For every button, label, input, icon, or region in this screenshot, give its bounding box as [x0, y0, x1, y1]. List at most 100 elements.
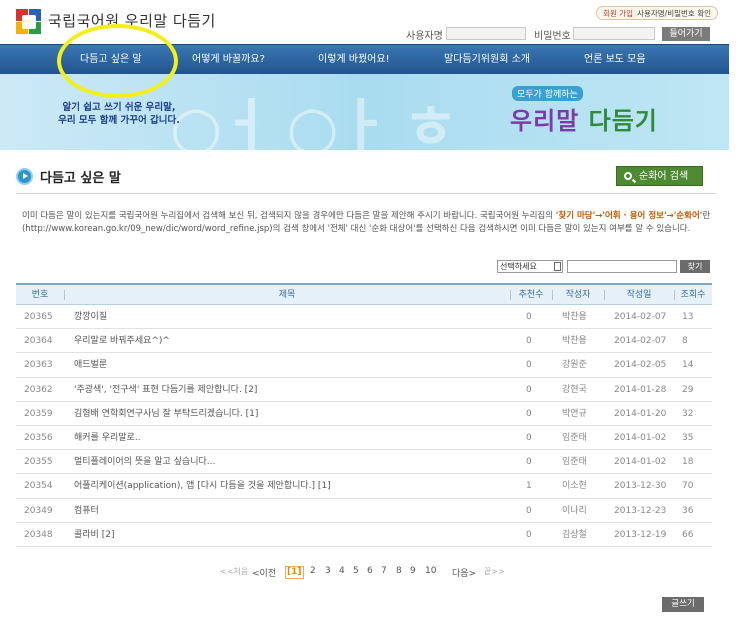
- main-nav: 다듬고 싶은 말 어떻게 바꿀까요? 이렇게 바꿨어요! 말다듬기위원회 소개 …: [0, 44, 729, 74]
- pagination: <<처음 <이전 [1] 2 3 4 5 6 7 8 9 10 다음> 끝>>: [0, 566, 729, 580]
- cell-date: 2013-12-19: [614, 529, 667, 540]
- pager-page[interactable]: 5: [353, 566, 359, 576]
- pure-word-search-label: 순화어 검색: [639, 171, 689, 182]
- banner-decoration: ○ㅓ ○ㅏ ㅎ: [170, 93, 458, 150]
- pager-prev[interactable]: <이전: [252, 566, 276, 579]
- arrow-circle-icon: [16, 168, 33, 185]
- cell-author: 김상철: [562, 529, 587, 540]
- table-row[interactable]: 20349 컴퓨터 0 이나리 2013-12-23 36: [16, 499, 712, 523]
- description-text: 이미 다듬은 말이 있는지를 국립국어원 누리집에서 검색해 보신 뒤, 검색되…: [22, 211, 556, 221]
- username-input[interactable]: [446, 27, 526, 40]
- pager-current[interactable]: [1]: [285, 566, 304, 579]
- post-title-link[interactable]: 김형배 연학회연구사님 잘 부탁드리겠습니다. [1]: [74, 402, 258, 426]
- cell-views: 32: [682, 408, 694, 419]
- pager-next[interactable]: 다음>: [452, 566, 476, 579]
- pager-page[interactable]: 8: [396, 566, 402, 576]
- cell-date: 2014-01-02: [614, 432, 667, 443]
- post-title-link[interactable]: 깡깡이질: [74, 305, 107, 329]
- cell-date: 2014-01-02: [614, 457, 667, 468]
- post-title-link[interactable]: 컴퓨터: [74, 499, 99, 523]
- cell-no: 20359: [24, 408, 53, 419]
- post-title-link[interactable]: 우리말로 바꿔주세요^)^: [74, 329, 170, 353]
- nav-item-suggest[interactable]: 다듬고 싶은 말: [80, 45, 142, 75]
- password-label: 비밀번호: [534, 31, 571, 42]
- banner-subtitle: 알기 쉽고 쓰기 쉬운 우리말, 우리 모두 함께 가꾸어 갑니다.: [56, 101, 182, 127]
- cell-author: 이소현: [562, 481, 587, 492]
- nav-item-committee[interactable]: 말다듬기위원회 소개: [444, 45, 530, 75]
- post-title-link[interactable]: 어플리케이션(application), 앱 [다시 다듬을 것을 제안합니다.…: [74, 474, 331, 498]
- cell-no: 20355: [24, 457, 53, 468]
- cell-rec: 0: [526, 312, 532, 322]
- cell-rec: 0: [526, 336, 532, 347]
- pager-page[interactable]: 4: [339, 566, 345, 576]
- pager-page[interactable]: 2: [310, 566, 316, 576]
- cell-rec: 1: [526, 481, 532, 492]
- pager-last[interactable]: 끝>>: [484, 566, 505, 577]
- password-input[interactable]: [573, 27, 655, 40]
- cell-views: 8: [682, 336, 688, 347]
- table-row[interactable]: 20365 깡깡이질 0 박찬용 2014-02-07 13: [16, 305, 712, 330]
- cell-rec: 0: [526, 505, 532, 516]
- pager-page[interactable]: 3: [325, 566, 331, 576]
- post-title-link[interactable]: 애드벌룬: [74, 353, 107, 377]
- table-row[interactable]: 20359 김형배 연학회연구사님 잘 부탁드리겠습니다. [1] 0 박연규 2014…: [16, 402, 712, 426]
- page-title: 다듬고 싶은 말: [40, 171, 121, 186]
- table-row[interactable]: 20363 애드벌룬 0 강원준 2014-02-05 14: [16, 353, 712, 378]
- nav-item-press[interactable]: 언론 보도 모음: [584, 45, 646, 75]
- divider: [16, 193, 716, 194]
- search-icon: [624, 172, 632, 180]
- table-row[interactable]: 20355 멀티플레이어의 뜻을 알고 싶습니다... 0 임준태 2014-01-02…: [16, 450, 712, 475]
- search-field-select[interactable]: 선택하세요: [497, 260, 563, 273]
- cell-date: 2014-02-05: [614, 360, 667, 371]
- pager-page[interactable]: 10: [425, 566, 436, 576]
- cell-date: 2014-01-28: [614, 384, 667, 395]
- nav-item-how-to-change[interactable]: 어떻게 바꿀까요?: [192, 45, 265, 75]
- search-keyword-input[interactable]: [567, 260, 677, 273]
- column-header: 제목: [278, 290, 296, 300]
- banner-subtitle-line: 알기 쉽고 쓰기 쉬운 우리말,: [62, 102, 176, 113]
- cell-views: 18: [682, 457, 694, 468]
- banner-subtitle-line: 우리 모두 함께 가꾸어 갑니다.: [58, 115, 180, 126]
- cell-views: 70: [682, 481, 694, 492]
- post-title-link[interactable]: 해커를 우리말로..: [74, 426, 141, 450]
- cell-views: 66: [682, 529, 694, 540]
- cell-rec: 0: [526, 432, 532, 443]
- pager-page[interactable]: 9: [410, 566, 416, 576]
- pager-page[interactable]: 7: [381, 566, 387, 576]
- banner-tag: 모두가 함께하는: [512, 86, 583, 101]
- cell-rec: 0: [526, 457, 532, 468]
- table-row[interactable]: 20364 우리말로 바꿔주세요^)^ 0 박찬용 2014-02-07 8: [16, 329, 712, 354]
- cell-rec: 0: [526, 529, 532, 540]
- pager-page[interactable]: 6: [367, 566, 373, 576]
- banner-brand-part: 우리말: [510, 107, 580, 135]
- post-title-link[interactable]: 콜라비 [2]: [74, 523, 114, 547]
- cell-author: 임준태: [562, 432, 587, 443]
- post-title-link[interactable]: '주광색', '전구색' 표현 다듬기를 제안합니다. [2]: [74, 378, 257, 402]
- pure-word-search-button[interactable]: 순화어 검색: [616, 166, 703, 186]
- banner-brand-part: 다듬기: [588, 107, 658, 135]
- cell-author: 박찬용: [562, 336, 587, 347]
- description-link[interactable]: '찾기 마당'→'어휘 · 용어 정보'→'순화어': [556, 211, 703, 221]
- column-header: 작성자: [565, 290, 591, 300]
- cell-rec: 0: [526, 384, 532, 395]
- username-label: 사용자명: [406, 31, 443, 42]
- table-row[interactable]: 20354 어플리케이션(application), 앱 [다시 다듬을 것을 제…: [16, 474, 712, 499]
- cell-views: 36: [682, 505, 694, 516]
- cell-rec: 0: [526, 360, 532, 371]
- post-title-link[interactable]: 멀티플레이어의 뜻을 알고 싶습니다...: [74, 450, 215, 474]
- login-button[interactable]: 들어가기: [662, 27, 710, 41]
- nav-item-changed[interactable]: 이렇게 바꿨어요!: [318, 45, 390, 75]
- join-link[interactable]: 회원 가입: [603, 8, 633, 19]
- find-button[interactable]: 찾기: [680, 260, 710, 273]
- cell-date: 2013-12-30: [614, 481, 667, 492]
- table-row[interactable]: 20356 해커를 우리말로.. 0 임준태 2014-01-02 35: [16, 426, 712, 451]
- table-row[interactable]: 20348 콜라비 [2] 0 김상철 2013-12-19 66: [16, 523, 712, 547]
- write-button[interactable]: 글쓰기: [662, 597, 704, 612]
- cell-no: 20363: [24, 360, 53, 371]
- cell-author: 박찬용: [562, 312, 587, 322]
- table-row[interactable]: 20362 '주광색', '전구색' 표현 다듬기를 제안합니다. [2] 0 강현국…: [16, 378, 712, 402]
- pager-first[interactable]: <<처음: [220, 566, 248, 577]
- cell-no: 20348: [24, 529, 53, 540]
- description: 이미 다듬은 말이 있는지를 국립국어원 누리집에서 검색해 보신 뒤, 검색되…: [22, 210, 712, 236]
- find-account-link[interactable]: 사용자명/비밀번호 확인: [637, 8, 711, 19]
